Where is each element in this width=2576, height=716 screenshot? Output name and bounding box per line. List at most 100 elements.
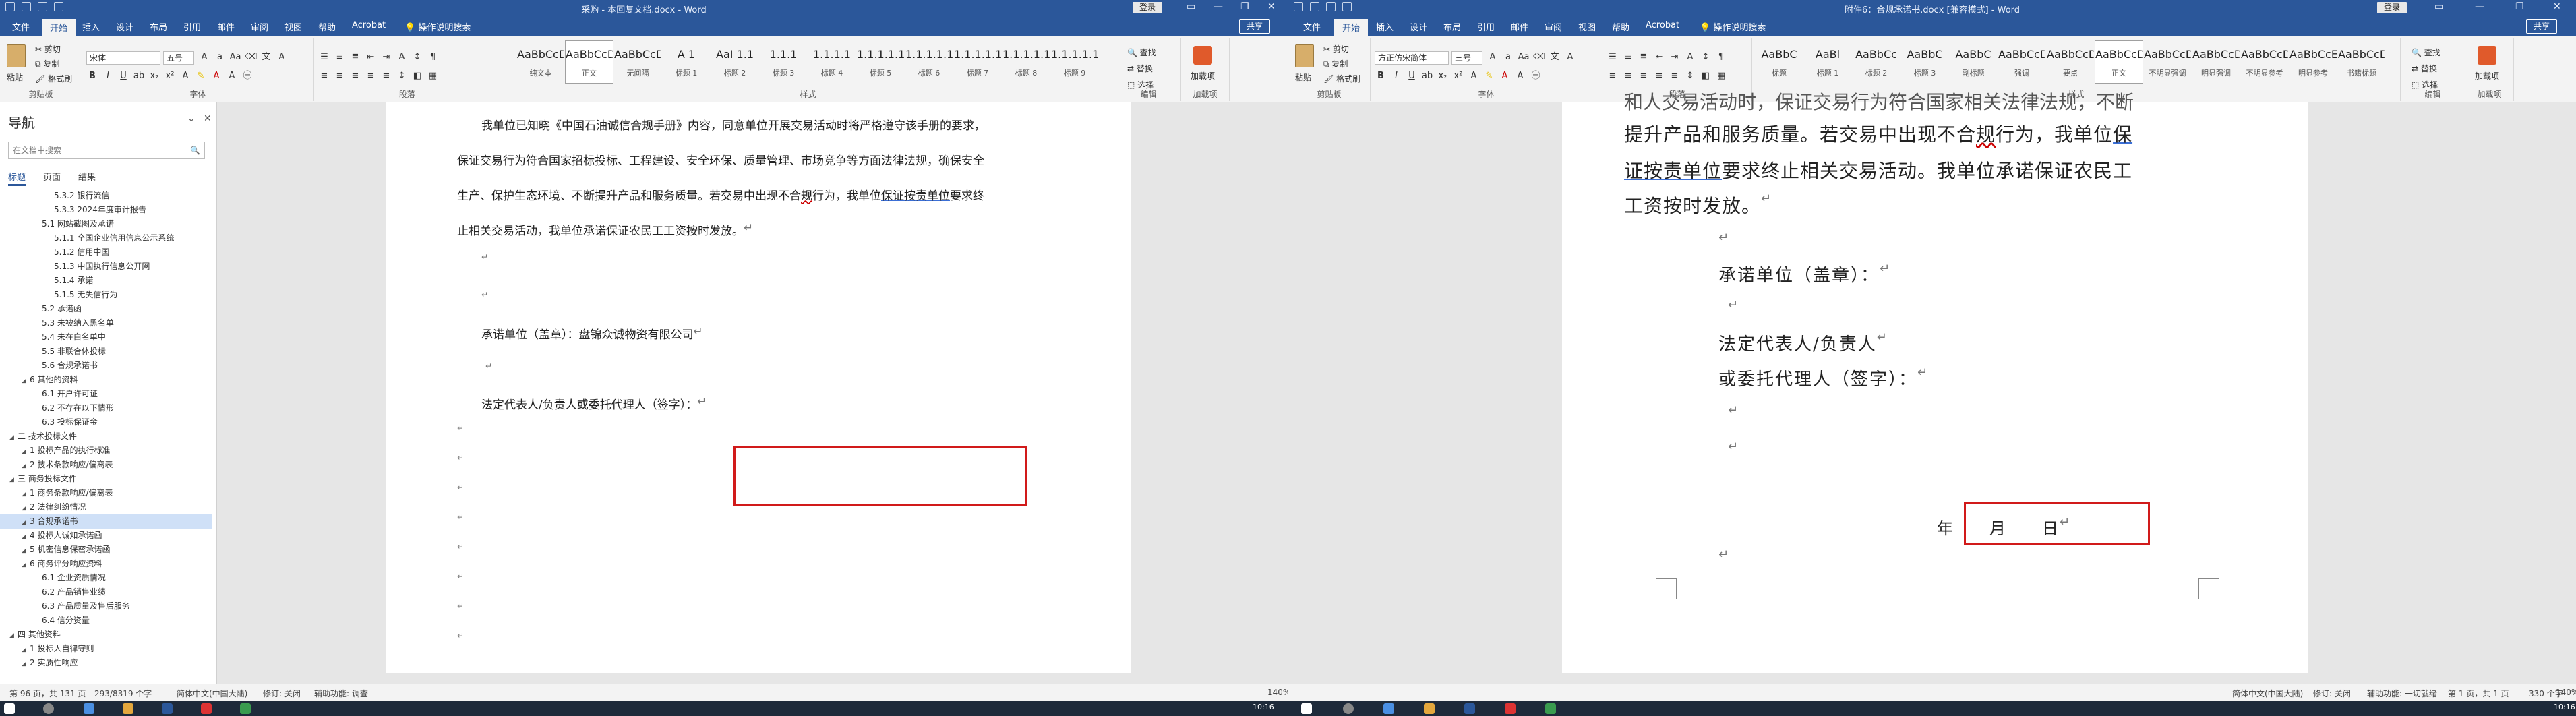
style-card[interactable]: AaBbCc 标题 2 (1852, 40, 1900, 84)
expand-triangle-icon[interactable]: ◢ (22, 459, 30, 472)
align-right-icon[interactable]: ≡ (1638, 70, 1650, 82)
ribbon-display-icon[interactable]: ▭ (1187, 1, 1195, 12)
nav-heading-item[interactable]: ◢ 2 法律纠纷情况 (0, 500, 212, 514)
highlight-icon[interactable]: ✎ (1483, 70, 1495, 82)
underline-icon[interactable]: U (117, 70, 129, 82)
nav-tab-results[interactable]: 结果 (78, 170, 96, 186)
expand-triangle-icon[interactable]: ◢ (22, 516, 30, 529)
status-page[interactable]: 第 96 页，共 131 页 (9, 688, 86, 699)
align-left-icon[interactable]: ≡ (318, 70, 330, 82)
nav-heading-item[interactable]: 6.2 产品销售业绩 (0, 585, 212, 599)
align-right-icon[interactable]: ≡ (349, 70, 361, 82)
nav-search-input[interactable]: 在文档中搜索 🔍 (8, 142, 205, 159)
tab-home[interactable]: 开始 (42, 19, 76, 38)
show-marks-icon[interactable]: ¶ (1715, 51, 1727, 63)
nav-heading-item[interactable]: 5.2 承诺函 (0, 302, 212, 316)
multilevel-list-icon[interactable]: ≣ (1638, 51, 1650, 63)
format-painter-button[interactable]: 🖌 格式刷 (35, 73, 72, 84)
doc-line-2[interactable]: 证按责单位要求终止相关交易活动。我单位承诺保证农民工 (1624, 156, 2132, 183)
tab-acrobat[interactable]: Acrobat (1646, 20, 1679, 30)
login-button[interactable]: 登录 (1133, 2, 1163, 13)
replace-button[interactable]: ⇄ 替换 (2412, 61, 2440, 77)
chinese-layout-icon[interactable]: A (1684, 51, 1696, 63)
style-card[interactable]: 1.1.1.1.1 标题 9 (1050, 40, 1099, 84)
char-border-icon[interactable]: A (276, 51, 288, 63)
login-button[interactable]: 登录 (2377, 2, 2407, 13)
addin-button-label[interactable]: 加载项 (1191, 70, 1215, 82)
maximize-icon[interactable]: ❐ (1240, 1, 1249, 12)
status-track-changes[interactable]: 修订: 关闭 (2313, 688, 2351, 699)
word-icon[interactable] (1464, 703, 1475, 714)
windows-start-icon[interactable] (4, 703, 15, 714)
nav-options-icon[interactable]: ⌄ (187, 113, 196, 124)
paste-icon[interactable] (7, 44, 26, 67)
align-center-icon[interactable]: ≡ (334, 70, 346, 82)
format-painter-button[interactable]: 🖌 格式刷 (1323, 73, 1360, 84)
expand-triangle-icon[interactable]: ◢ (9, 473, 18, 486)
expand-triangle-icon[interactable]: ◢ (22, 657, 30, 670)
italic-icon[interactable]: I (102, 70, 114, 82)
nav-heading-item[interactable]: ◢ 四 其他资料 (0, 628, 212, 642)
clock[interactable]: 10:16 (1253, 703, 1274, 711)
font-name-combo[interactable]: 方正仿宋简体 (1375, 51, 1449, 65)
align-center-icon[interactable]: ≡ (1622, 70, 1634, 82)
font-size-combo[interactable]: 五号 (163, 51, 194, 65)
phonetic-icon[interactable]: 文 (1549, 51, 1561, 63)
nav-heading-item[interactable]: 5.1.4 承诺 (0, 274, 212, 288)
italic-icon[interactable]: I (1390, 70, 1402, 82)
tab-acrobat[interactable]: Acrobat (352, 20, 386, 30)
borders-icon[interactable]: ▦ (427, 70, 439, 82)
subscript-icon[interactable]: x₂ (148, 70, 160, 82)
font-size-combo[interactable]: 三号 (1451, 51, 1482, 65)
numbering-icon[interactable]: ≡ (1622, 51, 1634, 63)
highlight-icon[interactable]: ✎ (195, 70, 207, 82)
doc-paragraph-4[interactable]: 止相关交易活动，我单位承诺保证农民工工资按时发放。 ↵ (457, 221, 753, 238)
strikethrough-icon[interactable]: ab (133, 70, 145, 82)
status-language[interactable]: 简体中文(中国大陆) (177, 688, 247, 699)
addin-icon[interactable] (2478, 46, 2496, 65)
replace-button[interactable]: ⇄ 替换 (1127, 61, 1156, 77)
style-card[interactable]: AaBbCcDc 强调 (1998, 40, 2046, 84)
nav-heading-item[interactable]: 5.1.5 无失信行为 (0, 288, 212, 302)
wechat-icon[interactable] (240, 703, 251, 714)
nav-close-icon[interactable]: ✕ (204, 113, 212, 124)
addin-button-label[interactable]: 加载项 (2475, 70, 2499, 82)
tab-references[interactable]: 引用 (1477, 20, 1495, 33)
nav-heading-item[interactable]: ◢ 5 机密信息保密承诺函 (0, 543, 212, 557)
doc-paragraph-1[interactable]: 我单位已知晓《中国石油诚信合规手册》内容，同意单位开展交易活动时将严格遵守该手册… (481, 116, 986, 133)
style-card[interactable]: 1.1.1.1.1 标题 6 (905, 40, 953, 84)
expand-triangle-icon[interactable]: ◢ (22, 502, 30, 514)
style-card[interactable]: AaBbCcDdE 正文 (565, 40, 613, 84)
taskview-icon[interactable] (1383, 703, 1394, 714)
nav-heading-item[interactable]: 5.6 合规承诺书 (0, 359, 212, 373)
numbering-icon[interactable]: ≡ (334, 51, 346, 63)
tab-references[interactable]: 引用 (183, 20, 201, 33)
style-card[interactable]: AaBbCcDc 不明显参考 (2240, 40, 2289, 84)
pdf-icon[interactable] (201, 703, 212, 714)
addin-icon[interactable] (1193, 46, 1212, 65)
expand-triangle-icon[interactable]: ◢ (22, 530, 30, 543)
text-effects-icon[interactable]: A (179, 70, 191, 82)
style-card[interactable]: AaBbC 副标题 (1949, 40, 1998, 84)
minimize-icon[interactable]: — (1214, 1, 1223, 12)
phonetic-icon[interactable]: 文 (260, 51, 272, 63)
close-icon[interactable]: ✕ (2553, 1, 2561, 12)
tab-mailings[interactable]: 邮件 (1511, 20, 1528, 33)
expand-triangle-icon[interactable]: ◢ (9, 431, 18, 444)
status-language[interactable]: 简体中文(中国大陆) (2232, 688, 2303, 699)
nav-heading-item[interactable]: 6.3 产品质量及售后服务 (0, 599, 212, 614)
style-card[interactable]: AaBl 标题 1 (1803, 40, 1852, 84)
nav-heading-item[interactable]: 6.2 不存在以下情形 (0, 401, 212, 415)
tab-insert[interactable]: 插入 (82, 20, 100, 33)
doc-paragraph-2[interactable]: 保证交易行为符合国家招标投标、工程建设、安全环保、质量管理、市场竞争等方面法律法… (457, 151, 984, 168)
style-card[interactable]: AaBbCcD 要点 (2046, 40, 2095, 84)
justify-icon[interactable]: ≡ (1653, 70, 1665, 82)
style-card[interactable]: AaBbCcDdE 纯文本 (516, 40, 565, 84)
tab-view[interactable]: 视图 (1578, 20, 1596, 33)
nav-heading-item[interactable]: 5.4 未在白名单中 (0, 330, 212, 345)
cut-button[interactable]: ✂ 剪切 (1323, 43, 1349, 55)
decrease-indent-icon[interactable]: ⇤ (1653, 51, 1665, 63)
font-color-icon[interactable]: A (1499, 70, 1511, 82)
paste-icon[interactable] (1295, 44, 1314, 67)
expand-triangle-icon[interactable]: ◢ (22, 374, 30, 387)
